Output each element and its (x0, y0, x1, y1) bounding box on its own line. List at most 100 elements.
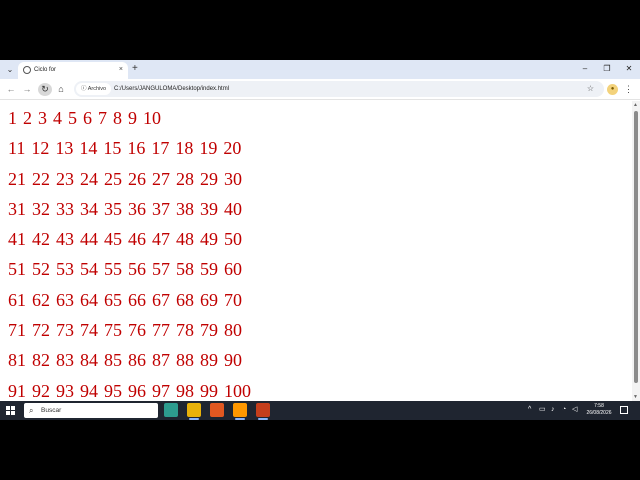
system-clock[interactable]: 7:58 26/08/2026 (585, 403, 613, 417)
number-item: 32 (32, 198, 50, 219)
number-item: 80 (224, 320, 242, 341)
number-grid: 1 2 3 4 5 6 7 8 9 10 11 12 13 14 15 16 17 18 19 20 21 22 23 24 2… (8, 103, 257, 401)
number-item: 70 (224, 289, 242, 310)
number-row: 11 12 13 14 15 16 17 18 19 20 (8, 133, 257, 163)
number-item: 83 (56, 350, 74, 371)
number-item: 71 (8, 320, 26, 341)
network-icon[interactable]: ◔ (562, 405, 566, 415)
widgets-icon[interactable] (164, 403, 178, 417)
number-row: 21 22 23 24 25 26 27 28 29 30 (8, 164, 257, 194)
number-item: 16 (127, 138, 146, 159)
tab-title: Ciclo for (34, 67, 57, 73)
number-item: 10 (143, 108, 161, 128)
volume-icon[interactable]: ◁ (572, 405, 577, 415)
number-item: 4 (53, 108, 62, 128)
search-icon: ⌕ (29, 406, 34, 415)
number-item: 97 (152, 380, 170, 401)
minimize-button[interactable]: – (578, 63, 592, 75)
number-item: 15 (103, 138, 122, 159)
site-info-chip[interactable]: ⓘ Archivo (76, 83, 112, 95)
chrome-icon[interactable] (187, 403, 201, 417)
number-item: 7 (98, 108, 107, 128)
number-item: 91 (8, 380, 26, 401)
number-item: 94 (80, 380, 98, 401)
scroll-up-icon[interactable]: ▲ (633, 102, 638, 108)
number-item: 27 (152, 168, 170, 189)
url-text[interactable]: C:/Users/JANGULOMA/Desktop/index.html (114, 83, 229, 95)
number-item: 47 (152, 229, 170, 250)
number-item: 66 (128, 289, 146, 310)
number-item: 48 (176, 229, 194, 250)
bookmark-star-icon[interactable]: ☆ (587, 83, 594, 95)
clock-time: 7:58 (594, 403, 604, 409)
number-item: 40 (224, 198, 242, 219)
notification-icon[interactable] (620, 406, 628, 414)
restore-button[interactable]: ❐ (600, 63, 614, 75)
number-item: 56 (128, 259, 146, 280)
tab-search-icon[interactable]: ⌄ (3, 63, 17, 76)
number-item: 6 (83, 108, 92, 128)
number-row: 81 82 83 84 85 86 87 88 89 90 (8, 345, 257, 375)
microphone-icon[interactable]: ♪ (551, 405, 555, 415)
number-item: 72 (32, 320, 50, 341)
number-item: 8 (113, 108, 122, 128)
number-item: 14 (79, 138, 98, 159)
number-item: 39 (200, 198, 218, 219)
tab-ciclo-for[interactable]: Ciclo for × (18, 62, 128, 79)
scroll-down-icon[interactable]: ▼ (633, 394, 638, 400)
number-item: 34 (80, 198, 98, 219)
windows-start-icon[interactable] (6, 406, 16, 416)
scroll-thumb[interactable] (634, 111, 638, 383)
vertical-scrollbar[interactable]: ▲ ▼ (632, 101, 640, 401)
number-item: 93 (56, 380, 74, 401)
tab-strip: ⌄ Ciclo for × + – ❐ ✕ (0, 60, 640, 79)
number-row: 51 52 53 54 55 56 57 58 59 60 (8, 254, 257, 284)
forward-arrow-icon[interactable]: → (20, 83, 34, 96)
tray-chevron-icon[interactable]: ^ (528, 405, 531, 415)
menu-dots-icon[interactable]: ⋮ (624, 83, 633, 96)
globe-icon (23, 66, 31, 74)
number-row: 71 72 73 74 75 76 77 78 79 80 (8, 315, 257, 345)
number-item: 55 (104, 259, 122, 280)
number-item: 53 (56, 259, 74, 280)
profile-avatar-icon[interactable]: ● (607, 84, 618, 95)
number-item: 9 (128, 108, 137, 128)
number-item: 46 (128, 229, 146, 250)
number-item: 67 (152, 289, 170, 310)
firefox-icon[interactable] (210, 403, 224, 417)
number-item: 20 (223, 138, 242, 159)
number-item: 30 (224, 168, 242, 189)
number-item: 49 (200, 229, 218, 250)
number-item: 63 (56, 289, 74, 310)
number-row: 1 2 3 4 5 6 7 8 9 10 (8, 103, 257, 133)
address-bar[interactable]: ⓘ Archivo C:/Users/JANGULOMA/Desktop/ind… (74, 81, 604, 97)
number-item: 90 (224, 350, 242, 371)
number-item: 86 (128, 350, 146, 371)
tab-close-icon[interactable]: × (119, 65, 123, 75)
number-item: 37 (152, 198, 170, 219)
number-item: 26 (128, 168, 146, 189)
number-item: 69 (200, 289, 218, 310)
number-item: 57 (152, 259, 170, 280)
number-item: 95 (104, 380, 122, 401)
number-item: 78 (176, 320, 194, 341)
number-item: 38 (176, 198, 194, 219)
number-item: 65 (104, 289, 122, 310)
number-item: 5 (68, 108, 77, 128)
number-item: 89 (200, 350, 218, 371)
back-arrow-icon[interactable]: ← (4, 83, 18, 96)
number-item: 44 (80, 229, 98, 250)
number-row: 91 92 93 94 95 96 97 98 99 100 (8, 376, 257, 401)
sublime-text-icon[interactable] (233, 403, 247, 417)
home-icon[interactable]: ⌂ (54, 83, 68, 96)
screen: ⌄ Ciclo for × + – ❐ ✕ ← → ↻ ⌂ ⓘ Archivo … (0, 60, 640, 420)
close-window-button[interactable]: ✕ (622, 63, 636, 75)
number-item: 11 (8, 138, 26, 159)
new-tab-button[interactable]: + (132, 63, 138, 75)
number-item: 79 (200, 320, 218, 341)
battery-icon[interactable]: ▭ (539, 405, 546, 415)
reload-icon[interactable]: ↻ (38, 83, 52, 96)
powerpoint-icon[interactable] (256, 403, 270, 417)
taskbar-search-box[interactable]: ⌕ Buscar (24, 403, 158, 418)
number-item: 25 (104, 168, 122, 189)
